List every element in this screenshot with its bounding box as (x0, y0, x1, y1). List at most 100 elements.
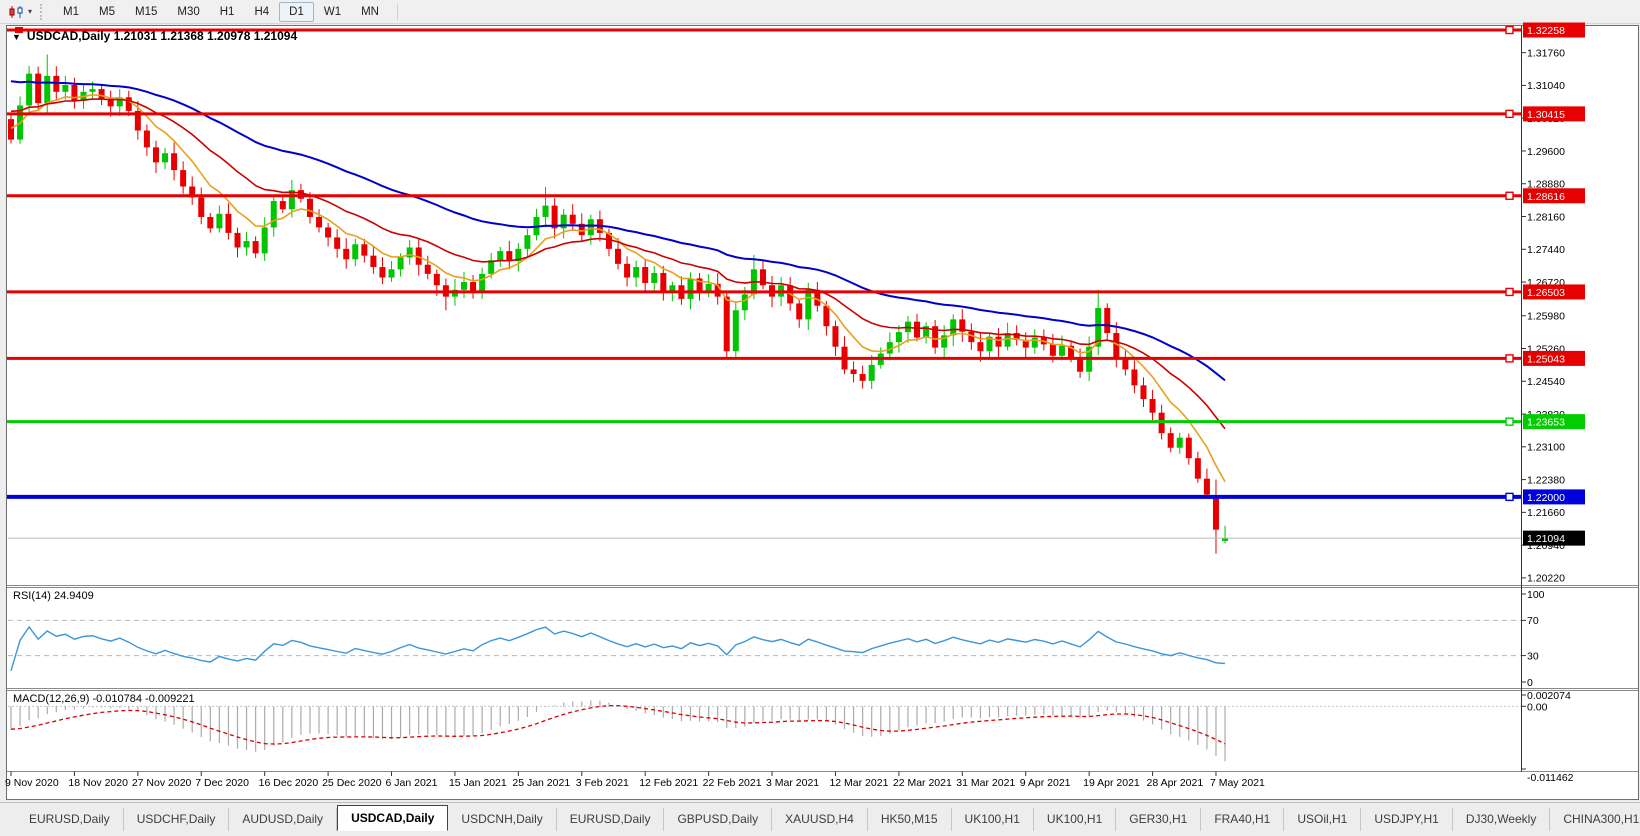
mt4-application: ▾ M1M5M15M30H1H4D1W1MN 1.317601.310401.3… (0, 0, 1640, 836)
candle-body (44, 75, 51, 104)
price-line-label: 1.23653 (1527, 417, 1565, 429)
candle-body (143, 130, 150, 148)
chart-tab-eurusd-daily[interactable]: EURUSD,Daily (557, 808, 665, 831)
candle-body (71, 84, 78, 101)
price-tick-label: 1.25980 (1527, 311, 1565, 323)
candle-body (823, 305, 830, 327)
rsi-label: RSI(14) 24.9409 (13, 590, 94, 602)
date-label: 15 Jan 2021 (449, 777, 507, 789)
candle-body (669, 285, 676, 292)
line-handle[interactable] (1505, 287, 1514, 297)
price-tick-label: 1.23100 (1527, 442, 1565, 454)
candle-body (506, 251, 513, 262)
candle-body (832, 326, 839, 347)
chart-tab-dj30-weekly[interactable]: DJ30,Weekly (1453, 808, 1551, 831)
price-line-label: 1.32258 (1527, 25, 1565, 37)
candle-body (162, 153, 169, 163)
date-label: 3 Mar 2021 (766, 777, 819, 789)
candle-body (180, 170, 187, 187)
candle-body (243, 241, 250, 248)
rsi-tick-label: 30 (1527, 650, 1539, 662)
chart-tab-uk100-h1[interactable]: UK100,H1 (952, 808, 1034, 831)
candle-body (1176, 437, 1183, 448)
line-handle[interactable] (1505, 191, 1514, 200)
candle-body (171, 153, 178, 171)
price-tick-label: 1.21660 (1527, 507, 1565, 519)
chart-tab-eurusd-daily[interactable]: EURUSD,Daily (16, 808, 124, 831)
candle-body (1212, 496, 1219, 530)
candle-body (615, 248, 622, 264)
current-price-label: 1.21094 (1527, 533, 1565, 545)
price-tick-label: 1.31760 (1527, 47, 1565, 59)
candle-body (850, 369, 857, 374)
date-label: 7 May 2021 (1210, 777, 1265, 789)
chart-tab-ger30-h1[interactable]: GER30,H1 (1116, 808, 1202, 831)
line-handle[interactable] (1505, 492, 1514, 502)
chart-tab-fra40-h1[interactable]: FRA40,H1 (1201, 808, 1285, 831)
candle-body (479, 273, 486, 293)
date-label: 22 Mar 2021 (893, 777, 952, 789)
date-label: 18 Nov 2020 (68, 777, 128, 789)
candle-body (687, 278, 694, 299)
chart-tab-gbpusd-daily[interactable]: GBPUSD,Daily (664, 808, 773, 831)
date-label: 9 Nov 2020 (5, 777, 59, 789)
candle-body (587, 219, 594, 236)
candle-body (1167, 433, 1174, 448)
candle-body (261, 227, 268, 254)
candle-body (1203, 478, 1210, 495)
price-tick-label: 1.28160 (1527, 211, 1565, 223)
price-line-label: 1.26503 (1527, 287, 1565, 299)
chart-tab-uk100-h1[interactable]: UK100,H1 (1034, 808, 1117, 831)
macd-tick-label: 0.002074 (1527, 690, 1571, 702)
candle-body (524, 235, 531, 249)
candle-body (741, 294, 748, 311)
chart-tab-usdchf-daily[interactable]: USDCHF,Daily (124, 808, 230, 831)
candle-body (723, 296, 730, 352)
chart-tab-china300-h1[interactable]: CHINA300,H1 (1550, 808, 1640, 831)
candle-body (252, 241, 259, 254)
candle-body (424, 264, 431, 274)
candle-body (805, 289, 812, 320)
date-label: 31 Mar 2021 (956, 777, 1015, 789)
macd-tick-label: -0.011462 (1527, 772, 1574, 784)
chart-tab-usdcad-daily[interactable]: USDCAD,Daily (337, 805, 449, 831)
candle-body (1031, 337, 1038, 348)
date-label: 19 Apr 2021 (1083, 777, 1140, 789)
line-handle[interactable] (1505, 25, 1514, 35)
price-tick-label: 1.20220 (1527, 573, 1565, 585)
chart-window-frame (6, 25, 1639, 800)
chart-tab-usdjpy-h1[interactable]: USDJPY,H1 (1361, 808, 1453, 831)
chart-tab-hk50-m15[interactable]: HK50,M15 (868, 808, 952, 831)
candle-body (651, 272, 658, 283)
chart-tab-usdcnh-daily[interactable]: USDCNH,Daily (448, 808, 557, 831)
candle-body (62, 84, 69, 92)
candle-body (433, 273, 440, 286)
candle-body (379, 267, 386, 278)
line-handle[interactable] (1505, 417, 1514, 426)
candle-body (279, 201, 286, 210)
date-label: 6 Jan 2021 (386, 777, 438, 789)
line-handle[interactable] (1505, 354, 1514, 363)
chart-canvas[interactable]: 1.317601.310401.303201.296001.288801.281… (0, 0, 1640, 800)
tab-bar: EURUSD,Daily USDCHF,Daily AUDUSD,Daily USDC… (0, 802, 1640, 831)
date-label: 12 Feb 2021 (639, 777, 698, 789)
candle-body (895, 332, 902, 343)
candle-body (1077, 358, 1084, 372)
candle-body (343, 248, 350, 260)
chart-tab-audusd-daily[interactable]: AUDUSD,Daily (229, 808, 338, 831)
chart-tab-xauusd-h4[interactable]: XAUUSD,H4 (772, 808, 868, 831)
symbol-dropdown-icon[interactable]: ▼ (12, 32, 21, 42)
price-line-label: 1.28616 (1527, 191, 1565, 203)
candle-body (1185, 437, 1192, 459)
candle-body (306, 198, 313, 217)
line-handle[interactable] (1505, 109, 1514, 119)
candle-body (950, 319, 957, 336)
macd-tick-label: 0.00 (1527, 701, 1548, 713)
candle-body (859, 373, 866, 381)
price-line-label: 1.30415 (1527, 109, 1565, 121)
chart-tab-usoil-h1[interactable]: USOil,H1 (1284, 808, 1362, 831)
date-label: 9 Apr 2021 (1020, 777, 1071, 789)
candle-body (234, 232, 241, 248)
candle-body (624, 263, 631, 278)
candle-body (542, 205, 549, 217)
